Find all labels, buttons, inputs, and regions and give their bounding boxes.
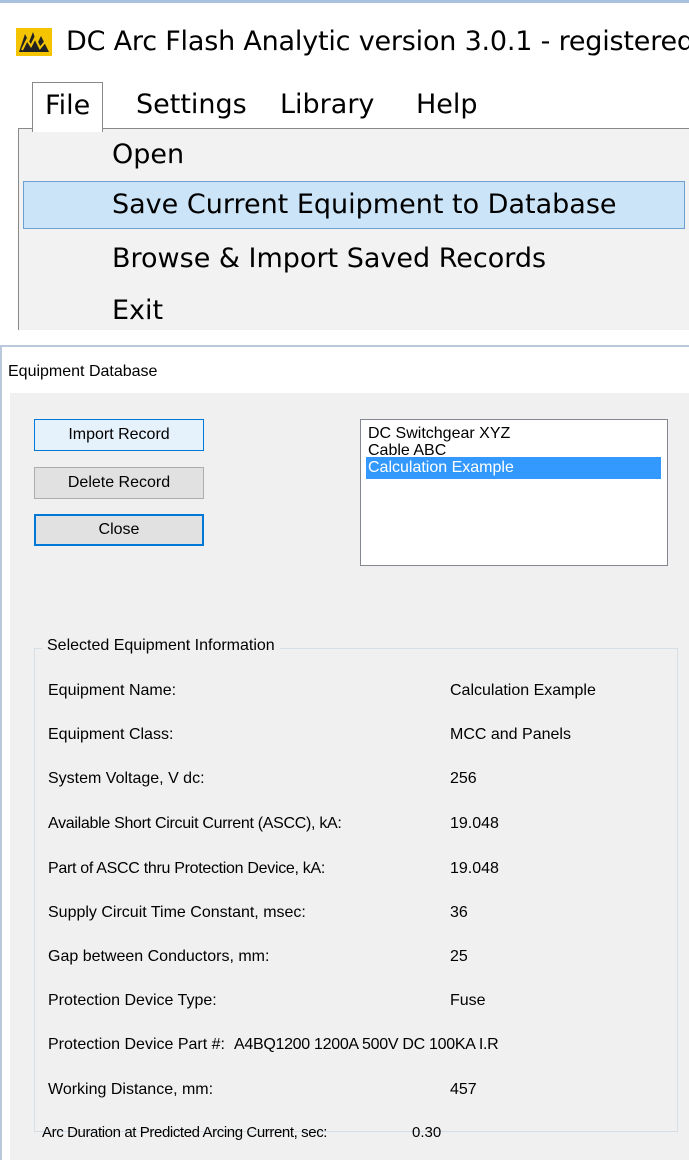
delete-record-button[interactable]: Delete Record	[34, 467, 204, 499]
conductor-gap-label: Gap between Conductors, mm:	[48, 948, 270, 965]
equipment-name-value: Calculation Example	[450, 682, 596, 699]
time-constant-label: Supply Circuit Time Constant, msec:	[48, 904, 306, 921]
dialog-top-edge	[0, 345, 689, 347]
equipment-name-label: Equipment Name:	[48, 682, 177, 699]
group-title: Selected Equipment Information	[42, 637, 280, 655]
ascc-protection-value: 19.048	[450, 860, 499, 877]
main-app-window: DC Arc Flash Analytic version 3.0.1 - re…	[0, 0, 689, 330]
menu-item-browse-import[interactable]: Browse & Import Saved Records	[23, 235, 685, 283]
arc-duration-value: 0.30	[412, 1124, 442, 1141]
time-constant-value: 36	[450, 904, 468, 921]
protection-part-value: A4BQ1200 1200A 500V DC 100KA I.R	[234, 1036, 499, 1053]
working-distance-label: Working Distance, mm:	[48, 1081, 214, 1098]
saved-records-list[interactable]: DC Switchgear XYZ Cable ABC Calculation …	[360, 419, 668, 566]
ascc-protection-label: Part of ASCC thru Protection Device, kA:	[48, 860, 326, 877]
menu-item-exit[interactable]: Exit	[23, 287, 685, 335]
system-voltage-value: 256	[450, 770, 477, 787]
file-menu-dropdown: Open Save Current Equipment to Database …	[18, 128, 689, 330]
equipment-class-value: MCC and Panels	[450, 726, 571, 743]
system-voltage-label: System Voltage, V dc:	[48, 770, 205, 787]
menu-file[interactable]: File	[32, 82, 104, 132]
working-distance-value: 457	[450, 1081, 477, 1098]
arc-flash-logo-icon	[16, 28, 52, 56]
menu-library[interactable]: Library	[268, 82, 386, 130]
import-record-button[interactable]: Import Record	[34, 419, 204, 451]
menu-item-save-equipment[interactable]: Save Current Equipment to Database	[23, 181, 685, 229]
dialog-left-border	[0, 345, 2, 1160]
protection-type-label: Protection Device Type:	[48, 992, 217, 1009]
window-top-border	[0, 0, 689, 3]
list-item-selected[interactable]: Calculation Example	[366, 457, 661, 479]
ascc-value: 19.048	[450, 815, 499, 832]
ascc-label: Available Short Circuit Current (ASCC), …	[48, 815, 342, 832]
close-button[interactable]: Close	[34, 514, 204, 546]
equipment-database-dialog: Equipment Database Import Record Delete …	[0, 345, 689, 1160]
dialog-body: Import Record Delete Record Close DC Swi…	[10, 393, 689, 1160]
arc-duration-label: Arc Duration at Predicted Arcing Current…	[42, 1124, 328, 1141]
equipment-class-label: Equipment Class:	[48, 726, 174, 743]
menu-bar: File Settings Library Help	[0, 82, 689, 132]
protection-part-label: Protection Device Part #:	[48, 1036, 225, 1053]
menu-settings[interactable]: Settings	[124, 82, 259, 130]
conductor-gap-value: 25	[450, 948, 468, 965]
app-title: DC Arc Flash Analytic version 3.0.1 - re…	[66, 26, 689, 57]
dialog-title: Equipment Database	[8, 363, 158, 380]
protection-type-value: Fuse	[450, 992, 486, 1009]
menu-help[interactable]: Help	[404, 82, 490, 130]
menu-item-open[interactable]: Open	[23, 131, 685, 179]
selected-equipment-group	[34, 648, 678, 1132]
title-bar: DC Arc Flash Analytic version 3.0.1 - re…	[0, 14, 689, 64]
